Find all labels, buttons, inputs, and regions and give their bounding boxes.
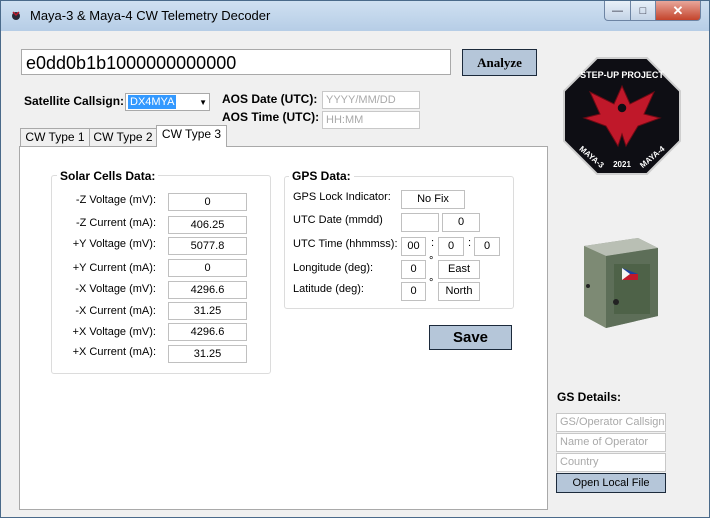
app-window: Maya-3 & Maya-4 CW Telemetry Decoder — □… xyxy=(0,0,710,518)
maximize-button[interactable]: □ xyxy=(631,1,656,21)
satellite-callsign-select[interactable]: DX4MYA ▼ xyxy=(125,93,210,111)
solar-value-plus-y-current[interactable]: 0 xyxy=(168,259,247,277)
app-icon xyxy=(12,11,20,20)
longitude-direction[interactable]: East xyxy=(438,260,480,279)
chevron-down-icon[interactable]: ▼ xyxy=(199,98,207,107)
aos-time-label: AOS Time (UTC): xyxy=(222,110,320,124)
solar-label-plus-y-voltage: +Y Voltage (mV): xyxy=(72,238,156,250)
telemetry-hex-input[interactable]: e0dd0b1b1000000000000 xyxy=(21,49,451,75)
minimize-icon: — xyxy=(612,4,623,17)
tab-cw-type-1[interactable]: CW Type 1 xyxy=(20,128,90,147)
aos-date-label: AOS Date (UTC): xyxy=(222,92,318,106)
utc-time-minutes-field[interactable]: 0 xyxy=(438,237,464,256)
utc-time-hours-field[interactable]: 00 xyxy=(401,237,426,256)
aos-date-input[interactable]: YYYY/MM/DD xyxy=(322,91,420,109)
latitude-degree-symbol: ° xyxy=(429,277,434,289)
solar-value-plus-x-current[interactable]: 31.25 xyxy=(168,345,247,363)
window-controls: — □ ✕ xyxy=(604,1,701,21)
solar-value-minus-x-voltage[interactable]: 4296.6 xyxy=(168,281,247,299)
minimize-button[interactable]: — xyxy=(604,1,631,21)
window-title: Maya-3 & Maya-4 CW Telemetry Decoder xyxy=(30,8,271,23)
utc-date-label: UTC Date (mmdd) xyxy=(293,214,383,226)
operator-name-input[interactable]: Name of Operator xyxy=(556,433,666,452)
logo-year-text: 2021 xyxy=(613,160,631,169)
solar-label-minus-z-voltage: -Z Voltage (mV): xyxy=(75,194,156,206)
longitude-value[interactable]: 0 xyxy=(401,260,426,279)
solar-label-plus-x-voltage: +X Voltage (mV): xyxy=(72,326,156,338)
logo-top-text: STEP-UP PROJECT xyxy=(580,70,664,80)
gs-operator-callsign-input[interactable]: GS/Operator Callsign xyxy=(556,413,666,432)
cubesat-image xyxy=(584,238,658,328)
solar-label-minus-x-voltage: -X Voltage (mV): xyxy=(75,283,156,295)
maximize-icon: □ xyxy=(639,4,647,17)
close-icon: ✕ xyxy=(672,2,684,18)
close-button[interactable]: ✕ xyxy=(656,1,701,21)
step-up-project-logo: STEP-UP PROJECT MAYA-3 2021 MAYA-4 xyxy=(563,57,681,175)
gps-lock-label: GPS Lock Indicator: xyxy=(293,191,391,203)
solar-value-plus-y-voltage[interactable]: 5077.8 xyxy=(168,237,247,255)
utc-date-month-field[interactable] xyxy=(401,213,439,232)
satellite-callsign-value: DX4MYA xyxy=(128,95,177,109)
time-separator-2: : xyxy=(468,237,472,249)
save-button[interactable]: Save xyxy=(429,325,512,350)
tab-cw-type-3[interactable]: CW Type 3 xyxy=(156,125,227,147)
time-separator-1: : xyxy=(431,237,435,249)
country-input[interactable]: Country xyxy=(556,453,666,472)
solar-cells-title: Solar Cells Data: xyxy=(57,169,159,183)
solar-label-plus-x-current: +X Current (mA): xyxy=(72,346,156,358)
open-local-file-button[interactable]: Open Local File xyxy=(556,473,666,493)
satellite-callsign-label: Satellite Callsign: xyxy=(24,94,125,108)
aos-time-input[interactable]: HH:MM xyxy=(322,111,420,129)
gps-data-title: GPS Data: xyxy=(289,169,354,183)
utc-time-label: UTC Time (hhmmss): xyxy=(293,238,398,250)
longitude-label: Longitude (deg): xyxy=(293,262,374,274)
tab-cw-type-2[interactable]: CW Type 2 xyxy=(89,128,157,147)
analyze-button[interactable]: Analyze xyxy=(462,49,537,76)
solar-label-minus-x-current: -X Current (mA): xyxy=(75,305,156,317)
solar-value-minus-x-current[interactable]: 31.25 xyxy=(168,302,247,320)
longitude-degree-symbol: ° xyxy=(429,255,434,267)
gps-lock-value[interactable]: No Fix xyxy=(401,190,465,209)
solar-value-minus-z-current[interactable]: 406.25 xyxy=(168,216,247,234)
utc-time-seconds-field[interactable]: 0 xyxy=(474,237,500,256)
latitude-label: Latitude (deg): xyxy=(293,283,364,295)
solar-label-plus-y-current: +Y Current (mA): xyxy=(72,262,156,274)
solar-value-plus-x-voltage[interactable]: 4296.6 xyxy=(168,323,247,341)
solar-value-minus-z-voltage[interactable]: 0 xyxy=(168,193,247,211)
title-bar[interactable]: Maya-3 & Maya-4 CW Telemetry Decoder — □… xyxy=(1,1,709,31)
latitude-direction[interactable]: North xyxy=(438,282,480,301)
latitude-value[interactable]: 0 xyxy=(401,282,426,301)
gs-details-title: GS Details: xyxy=(557,390,622,404)
solar-label-minus-z-current: -Z Current (mA): xyxy=(75,217,156,229)
utc-date-day-field[interactable]: 0 xyxy=(442,213,480,232)
